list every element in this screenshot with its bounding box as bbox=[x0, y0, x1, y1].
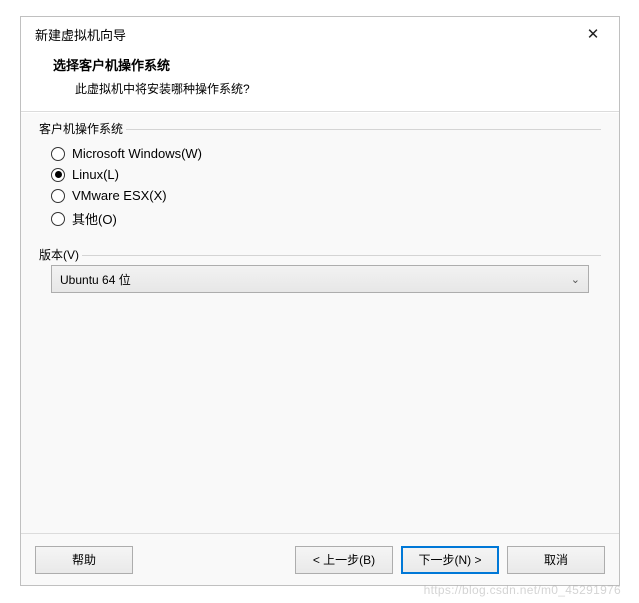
page-subheading: 此虚拟机中将安装哪种操作系统? bbox=[53, 80, 599, 97]
radio-windows[interactable]: Microsoft Windows(W) bbox=[51, 143, 589, 164]
radio-icon bbox=[51, 189, 65, 203]
group-divider bbox=[39, 255, 601, 256]
wizard-footer: 帮助 < 上一步(B) 下一步(N) > 取消 bbox=[21, 533, 619, 585]
chevron-down-icon: ⌄ bbox=[571, 273, 580, 286]
guest-os-legend: 客户机操作系统 bbox=[39, 120, 126, 137]
wizard-content: 客户机操作系统 Microsoft Windows(W) Linux(L) VM… bbox=[21, 112, 619, 533]
page-heading: 选择客户机操作系统 bbox=[53, 55, 599, 74]
radio-linux[interactable]: Linux(L) bbox=[51, 164, 589, 185]
help-button[interactable]: 帮助 bbox=[35, 546, 133, 574]
titlebar: 新建虚拟机向导 ✕ bbox=[21, 17, 619, 51]
close-icon[interactable]: ✕ bbox=[577, 22, 609, 46]
version-group: 版本(V) Ubuntu 64 位 ⌄ bbox=[39, 255, 601, 303]
radio-other[interactable]: 其他(O) bbox=[51, 206, 589, 231]
radio-icon bbox=[51, 212, 65, 226]
version-label: 版本(V) bbox=[39, 246, 82, 263]
cancel-button[interactable]: 取消 bbox=[507, 546, 605, 574]
version-select[interactable]: Ubuntu 64 位 ⌄ bbox=[51, 265, 589, 293]
next-button[interactable]: 下一步(N) > bbox=[401, 546, 499, 574]
radio-label: Microsoft Windows(W) bbox=[72, 146, 202, 161]
wizard-header: 选择客户机操作系统 此虚拟机中将安装哪种操作系统? bbox=[21, 51, 619, 112]
new-vm-wizard-dialog: 新建虚拟机向导 ✕ 选择客户机操作系统 此虚拟机中将安装哪种操作系统? 客户机操… bbox=[20, 16, 620, 586]
guest-os-group: 客户机操作系统 Microsoft Windows(W) Linux(L) VM… bbox=[39, 129, 601, 241]
radio-vmware-esx[interactable]: VMware ESX(X) bbox=[51, 185, 589, 206]
radio-icon bbox=[51, 168, 65, 182]
radio-label: Linux(L) bbox=[72, 167, 119, 182]
back-button[interactable]: < 上一步(B) bbox=[295, 546, 393, 574]
radio-label: VMware ESX(X) bbox=[72, 188, 167, 203]
radio-label: 其他(O) bbox=[72, 209, 117, 228]
version-selected-value: Ubuntu 64 位 bbox=[60, 271, 571, 288]
radio-icon bbox=[51, 147, 65, 161]
dialog-title: 新建虚拟机向导 bbox=[35, 25, 577, 44]
